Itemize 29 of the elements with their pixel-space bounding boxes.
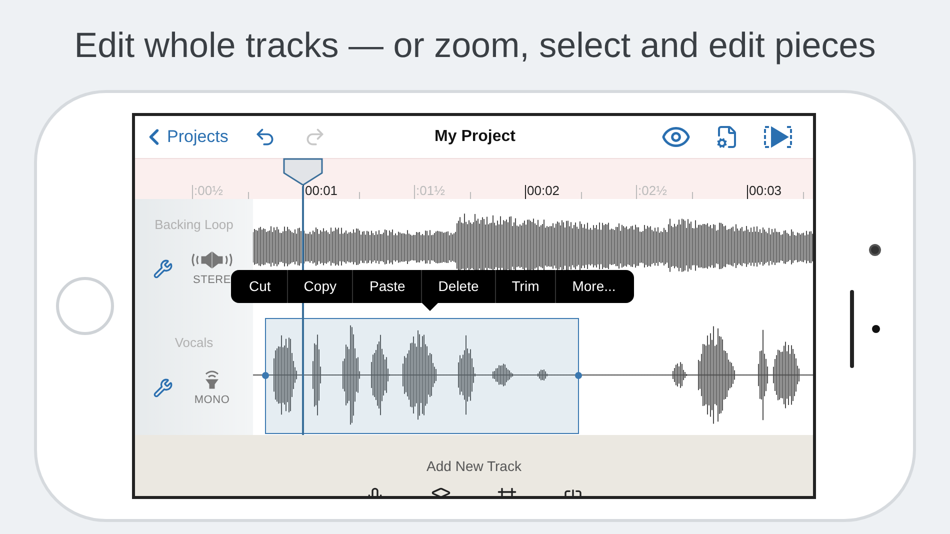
track-name: Vocals [174, 334, 214, 352]
menu-item[interactable]: Paste [352, 270, 422, 303]
time-label: :00½ [194, 184, 223, 198]
file-gear-icon[interactable] [715, 125, 739, 149]
camera [868, 244, 880, 256]
menu-item[interactable]: Trim [494, 270, 556, 303]
menu-item[interactable]: Copy [286, 270, 352, 303]
speaker-icon [203, 368, 221, 388]
time-label: 00:03 [749, 184, 782, 198]
time-label: 00:02 [527, 184, 560, 198]
track-name: Backing Loop [154, 216, 234, 234]
selection-region[interactable] [265, 318, 579, 434]
menu-item[interactable]: Delete [421, 270, 495, 303]
wrench-icon[interactable] [153, 378, 173, 398]
sensor [872, 325, 880, 333]
channel-mode: MONO [194, 392, 230, 408]
time-label: :02½ [638, 184, 667, 198]
wrench-icon[interactable] [153, 259, 173, 280]
play-icon[interactable] [763, 125, 793, 149]
add-track-button[interactable]: Add New Track [426, 456, 522, 477]
channel-mode: STERE [192, 272, 232, 288]
project-title: My Project [434, 127, 516, 147]
headline: Edit whole tracks — or zoom, select and edit pieces [74, 26, 876, 66]
time-label: :01½ [416, 184, 445, 198]
back-button[interactable]: Projects [145, 124, 228, 150]
menu-item[interactable]: More... [555, 270, 632, 303]
menu-item[interactable]: Cut [233, 270, 287, 303]
time-label: 00:01 [305, 184, 338, 198]
stereo-speakers-icon [190, 250, 234, 268]
